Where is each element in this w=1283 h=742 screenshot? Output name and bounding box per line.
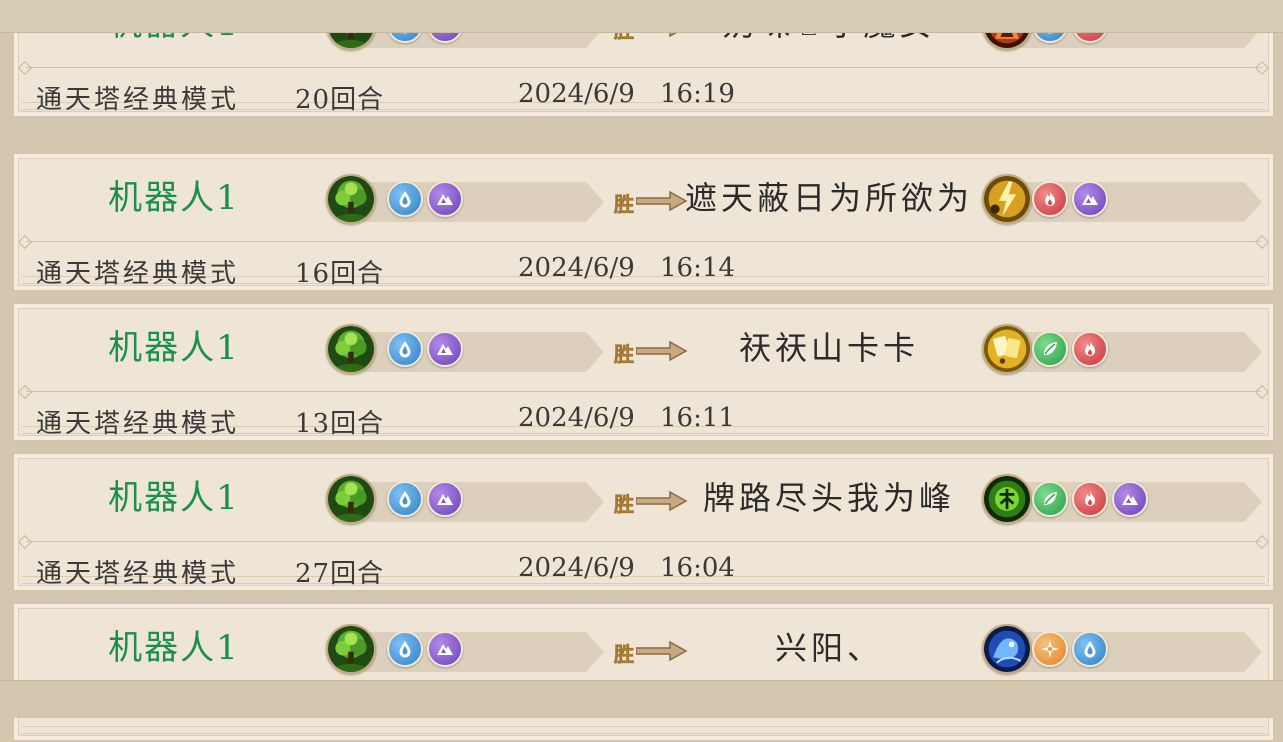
battle-record[interactable]: 机器人1 胜 遮天蔽日为所欲为 通天塔经典模式 16回合 2024/6/9 16… bbox=[12, 152, 1275, 292]
mountain-element-icon bbox=[427, 331, 463, 367]
win-label: 胜 bbox=[614, 492, 635, 517]
rounds-label: 16回合 bbox=[295, 259, 385, 289]
fire-element-icon bbox=[1032, 181, 1068, 217]
player-name: 机器人1 bbox=[108, 328, 240, 368]
time-label: 16:04 bbox=[660, 553, 735, 583]
player-avatar[interactable] bbox=[326, 624, 376, 674]
win-label: 胜 bbox=[614, 192, 635, 217]
win-label: 胜 bbox=[614, 642, 635, 667]
mountain-element-icon bbox=[1072, 181, 1108, 217]
game-mode-label: 通天塔经典模式 bbox=[36, 559, 240, 589]
mountain-element-icon bbox=[427, 481, 463, 517]
win-indicator: 胜 bbox=[614, 336, 688, 367]
game-mode-label: 通天塔经典模式 bbox=[36, 409, 240, 439]
rounds-label: 20回合 bbox=[295, 85, 385, 115]
win-indicator: 胜 bbox=[614, 636, 688, 667]
mountain-element-icon bbox=[427, 181, 463, 217]
arrow-right-icon bbox=[636, 190, 688, 212]
record-divider bbox=[26, 541, 1261, 542]
time-label: 16:19 bbox=[660, 79, 735, 109]
opponent-name: 遮天蔽日为所欲为 bbox=[684, 179, 973, 217]
water-element-icon bbox=[1072, 631, 1108, 667]
time-label: 16:11 bbox=[660, 403, 735, 433]
player-avatar[interactable] bbox=[326, 174, 376, 224]
win-label: 胜 bbox=[614, 342, 635, 367]
date-label: 2024/6/9 bbox=[518, 253, 635, 283]
corner-ornament-right bbox=[1254, 534, 1270, 550]
list-bottom-frame bbox=[0, 680, 1283, 718]
rounds-label: 27回合 bbox=[295, 559, 385, 589]
opponent-name: 兴阳、 bbox=[774, 629, 883, 667]
mountain-element-icon bbox=[1112, 481, 1148, 517]
player-avatar[interactable] bbox=[326, 324, 376, 374]
opponent-avatar[interactable] bbox=[982, 474, 1032, 524]
record-divider bbox=[26, 391, 1261, 392]
opponent-avatar[interactable] bbox=[982, 324, 1032, 374]
player-name: 机器人1 bbox=[108, 178, 240, 218]
opponent-name: 牌路尽头我为峰 bbox=[702, 479, 955, 517]
time-label: 16:14 bbox=[660, 253, 735, 283]
green-tree-avatar-icon bbox=[328, 326, 374, 372]
player-avatar[interactable] bbox=[326, 474, 376, 524]
corner-ornament-right bbox=[1254, 234, 1270, 250]
arrow-right-icon bbox=[636, 640, 688, 662]
corner-ornament-left bbox=[17, 60, 33, 76]
corner-ornament-left bbox=[17, 534, 33, 550]
green-tree-avatar-icon bbox=[328, 176, 374, 222]
record-divider bbox=[26, 241, 1261, 242]
golden-cards-avatar-icon bbox=[984, 326, 1030, 372]
corner-ornament-right bbox=[1254, 60, 1270, 76]
golden-lightning-avatar-icon bbox=[984, 176, 1030, 222]
corner-ornament-left bbox=[17, 384, 33, 400]
water-element-icon bbox=[387, 181, 423, 217]
green-tree-avatar-icon bbox=[328, 626, 374, 672]
water-element-icon bbox=[387, 631, 423, 667]
game-mode-label: 通天塔经典模式 bbox=[36, 85, 240, 115]
arrow-right-icon bbox=[636, 490, 688, 512]
game-mode-label: 通天塔经典模式 bbox=[36, 259, 240, 289]
corner-ornament-left bbox=[17, 234, 33, 250]
fire-element-icon bbox=[1072, 331, 1108, 367]
player-name: 机器人1 bbox=[108, 628, 240, 668]
list-top-frame bbox=[0, 0, 1283, 33]
win-indicator: 胜 bbox=[614, 486, 688, 517]
rounds-label: 13回合 bbox=[295, 409, 385, 439]
record-divider bbox=[26, 67, 1261, 68]
win-indicator: 胜 bbox=[614, 186, 688, 217]
arrow-right-icon bbox=[636, 340, 688, 362]
blue-dragon-avatar-icon bbox=[984, 626, 1030, 672]
battle-record[interactable]: 机器人1 胜 牌路尽头我为峰 通天塔经典模式 27回合 2024/6/9 16:… bbox=[12, 452, 1275, 592]
battle-record[interactable]: 机器人1 胜 祆祆山卡卡 通天塔经典模式 13回合 2024/6/9 16:11 bbox=[12, 302, 1275, 442]
date-label: 2024/6/9 bbox=[518, 553, 635, 583]
opponent-name: 祆祆山卡卡 bbox=[738, 329, 919, 367]
battle-history-list[interactable]: 机器人1 胜 奶味♛小魔女 通天塔经典模式 20回合 2024/6/9 16:1… bbox=[0, 0, 1283, 742]
leaf-element-icon bbox=[1032, 331, 1068, 367]
date-label: 2024/6/9 bbox=[518, 403, 635, 433]
water-element-icon bbox=[387, 331, 423, 367]
star-element-icon bbox=[1032, 631, 1068, 667]
opponent-avatar[interactable] bbox=[982, 174, 1032, 224]
battle-record[interactable]: 机器人1 胜 兴阳、 bbox=[12, 602, 1275, 742]
mountain-element-icon bbox=[427, 631, 463, 667]
green-tree-avatar-icon bbox=[328, 476, 374, 522]
water-element-icon bbox=[387, 481, 423, 517]
fire-element-icon bbox=[1072, 481, 1108, 517]
player-name: 机器人1 bbox=[108, 478, 240, 518]
green-glyph-avatar-icon bbox=[984, 476, 1030, 522]
date-label: 2024/6/9 bbox=[518, 79, 635, 109]
opponent-avatar[interactable] bbox=[982, 624, 1032, 674]
leaf-element-icon bbox=[1032, 481, 1068, 517]
corner-ornament-right bbox=[1254, 384, 1270, 400]
record-bottom-band bbox=[22, 726, 1265, 734]
